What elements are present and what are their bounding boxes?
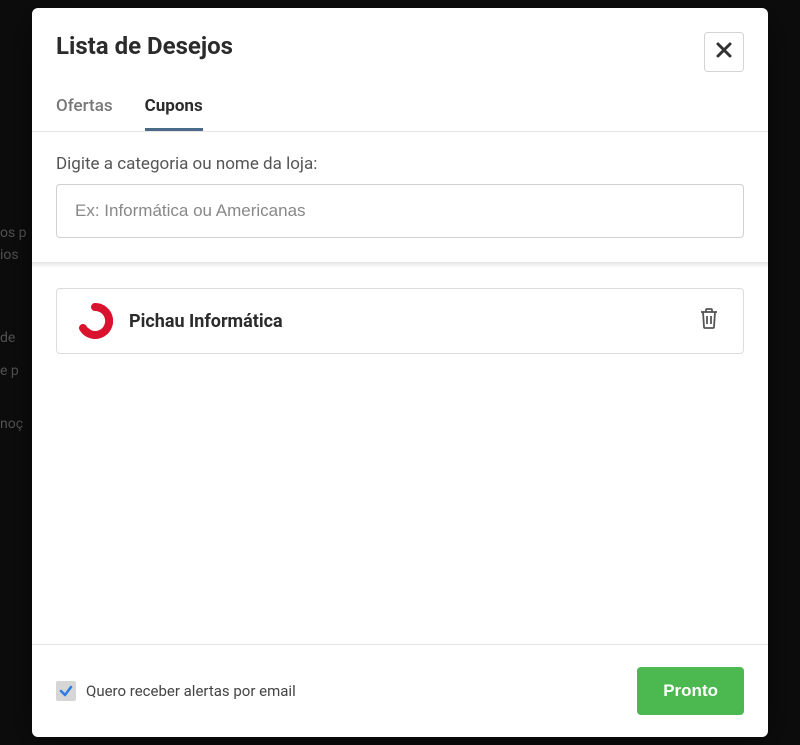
wishlist-items: Pichau Informática [32,268,768,644]
bg-text: e p [0,363,19,379]
bg-text: noç [0,416,23,432]
store-logo-icon [77,303,113,339]
check-icon [59,684,73,698]
trash-icon [699,309,719,334]
tab-ofertas[interactable]: Ofertas [56,90,113,131]
search-label: Digite a categoria ou nome da loja: [56,154,744,174]
tabs: Ofertas Cupons [32,90,768,131]
close-button[interactable] [704,32,744,72]
alerts-checkbox[interactable] [56,681,76,701]
alerts-checkbox-label: Quero receber alertas por email [86,682,296,700]
modal-body: Digite a categoria ou nome da loja: Pich… [32,132,768,644]
done-button[interactable]: Pronto [637,667,744,715]
search-section: Digite a categoria ou nome da loja: [32,132,768,262]
store-search-input[interactable] [56,184,744,238]
bg-text: ios [0,247,19,263]
tab-cupons[interactable]: Cupons [145,90,203,131]
delete-item-button[interactable] [695,303,723,339]
list-item: Pichau Informática [56,288,744,354]
alerts-option: Quero receber alertas por email [56,681,296,701]
bg-text: de [0,330,15,346]
modal-footer: Quero receber alertas por email Pronto [32,644,768,737]
close-icon [716,41,732,64]
store-name: Pichau Informática [129,311,679,332]
modal-header: Lista de Desejos [32,8,768,90]
wishlist-modal: Lista de Desejos Ofertas Cupons Digite a… [32,8,768,737]
modal-title: Lista de Desejos [56,32,233,60]
bg-text: os p [0,225,27,241]
